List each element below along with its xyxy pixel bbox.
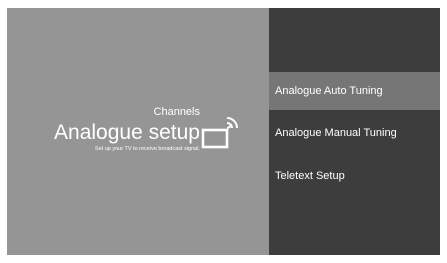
page-description: Set up your TV to receive broadcast sign… <box>94 146 200 152</box>
menu-item-analogue-manual-tuning[interactable]: Analogue Manual Tuning <box>269 114 440 152</box>
menu-panel: Analogue Auto Tuning Analogue Manual Tun… <box>269 8 440 255</box>
category-label: Channels <box>153 106 200 118</box>
tv-screen: Channels Analogue setup Set up your TV t… <box>7 8 440 255</box>
menu-item-analogue-auto-tuning[interactable]: Analogue Auto Tuning <box>269 72 440 110</box>
menu-item-teletext-setup[interactable]: Teletext Setup <box>269 157 440 195</box>
page-title: Analogue setup <box>54 121 200 144</box>
info-block: Channels Analogue setup Set up your TV t… <box>54 106 200 153</box>
info-panel: Channels Analogue setup Set up your TV t… <box>7 8 269 255</box>
tv-signal-icon <box>201 117 238 149</box>
